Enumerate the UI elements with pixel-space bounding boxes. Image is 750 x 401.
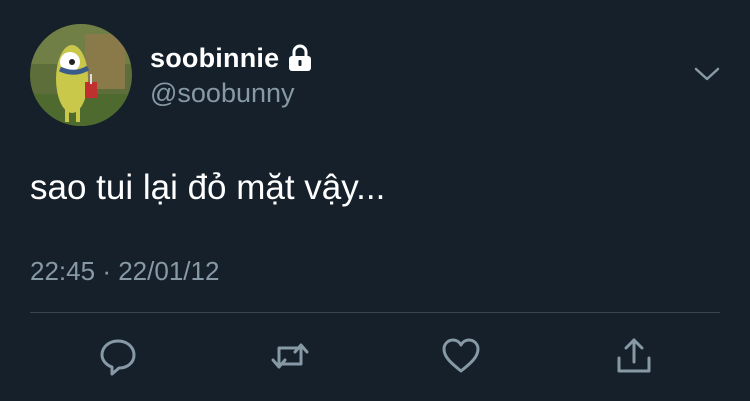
tweet-timestamp[interactable]: 22:45 · 22/01/12 xyxy=(30,256,219,287)
chevron-down-icon[interactable] xyxy=(694,64,720,84)
timestamp-separator: · xyxy=(102,256,111,286)
lock-icon xyxy=(287,44,313,72)
reply-icon xyxy=(100,339,136,376)
share-button[interactable] xyxy=(614,336,654,376)
display-name-row: soobinnie xyxy=(150,41,313,75)
user-handle[interactable]: @soobunny xyxy=(150,78,295,109)
tweet-date: 22/01/12 xyxy=(118,256,220,286)
tweet-time: 22:45 xyxy=(30,256,96,286)
share-icon xyxy=(617,338,651,373)
divider xyxy=(30,312,720,313)
reply-button[interactable] xyxy=(98,336,138,376)
like-button[interactable] xyxy=(441,336,481,376)
retweet-button[interactable] xyxy=(270,336,310,376)
retweet-icon xyxy=(271,343,309,369)
display-name[interactable]: soobinnie xyxy=(150,43,279,74)
avatar[interactable] xyxy=(30,24,132,126)
tweet-card: soobinnie @soobunny sao tui lại đỏ mặt v… xyxy=(0,0,750,401)
tweet-text: sao tui lại đỏ mặt vậy... xyxy=(30,168,386,207)
heart-icon xyxy=(442,338,480,373)
